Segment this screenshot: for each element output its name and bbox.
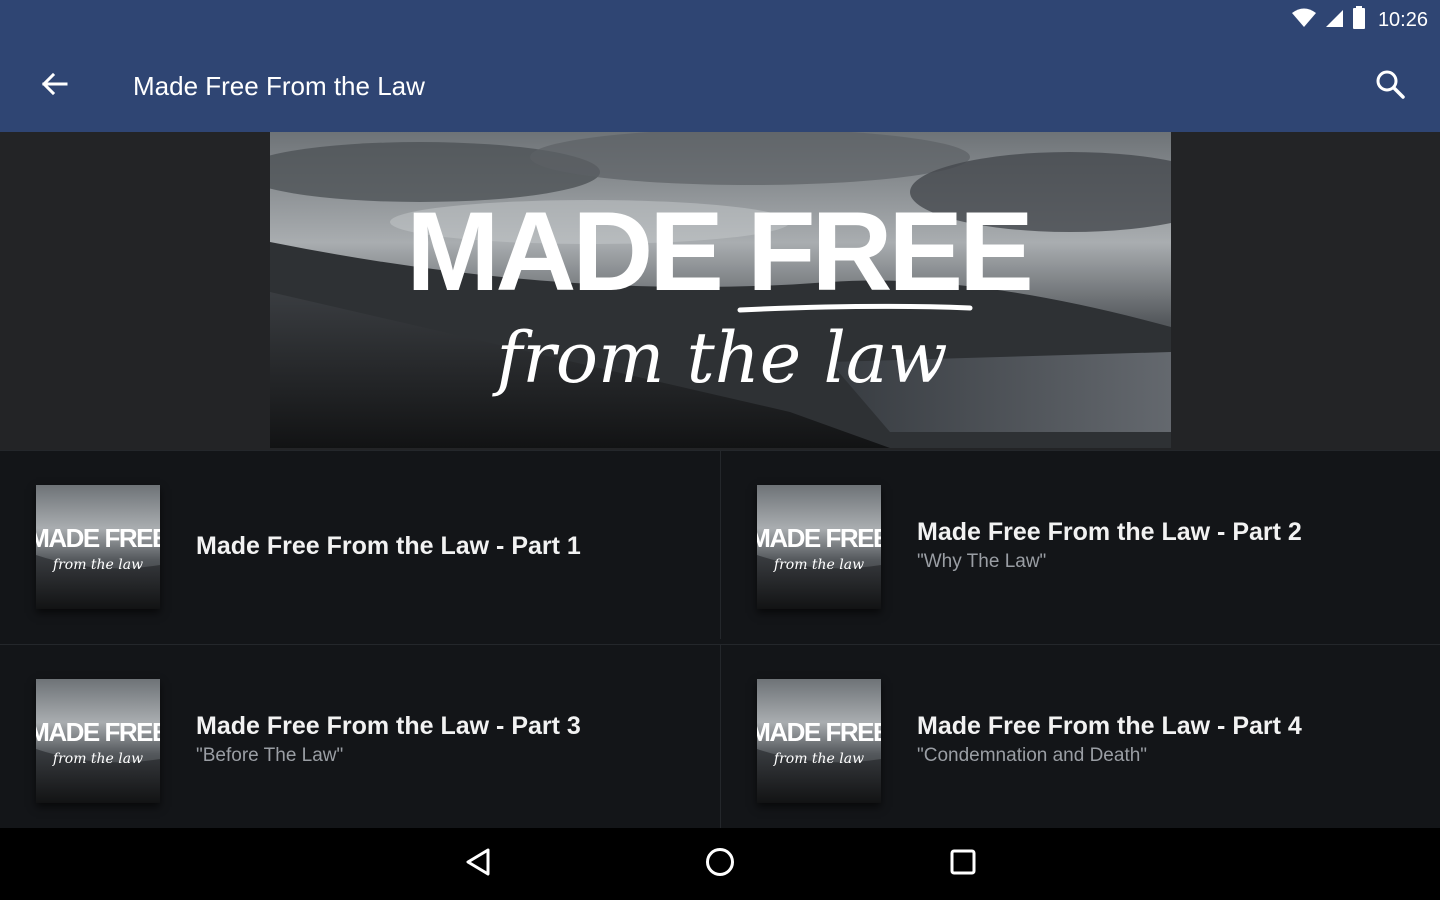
list-item-text: Made Free From the Law - Part 2 "Why The… bbox=[917, 451, 1302, 640]
episode-thumbnail: MADE FREE from the law bbox=[36, 485, 160, 609]
status-time: 10:26 bbox=[1377, 8, 1428, 31]
hero-image: MADE FREE from the law bbox=[270, 132, 1171, 448]
status-bar: 10:26 bbox=[0, 0, 1440, 40]
episode-thumbnail: MADE FREE from the law bbox=[36, 679, 160, 803]
status-icons: 10:26 bbox=[1291, 0, 1428, 40]
list-item-text: Made Free From the Law - Part 3 "Before … bbox=[196, 645, 581, 834]
list-item-title: Made Free From the Law - Part 4 bbox=[917, 711, 1302, 740]
hero-title-text: MADE FREE bbox=[406, 189, 1030, 314]
list-item-title: Made Free From the Law - Part 1 bbox=[196, 531, 581, 560]
svg-text:from the law: from the law bbox=[52, 751, 143, 767]
list-item[interactable]: MADE FREE from the law Made Free From th… bbox=[720, 644, 1440, 833]
battery-icon bbox=[1352, 5, 1366, 35]
list-item-text: Made Free From the Law - Part 4 "Condemn… bbox=[917, 645, 1302, 834]
svg-text:from the law: from the law bbox=[52, 557, 143, 573]
app-bar: Made Free From the Law bbox=[0, 40, 1440, 132]
svg-text:MADE FREE: MADE FREE bbox=[757, 717, 881, 747]
list-item-subtitle: "Condemnation and Death" bbox=[917, 744, 1148, 766]
list-item-title: Made Free From the Law - Part 3 bbox=[196, 711, 581, 740]
svg-text:MADE FREE: MADE FREE bbox=[36, 717, 160, 747]
wifi-icon bbox=[1291, 8, 1316, 33]
list-item[interactable]: MADE FREE from the law Made Free From th… bbox=[720, 450, 1440, 639]
svg-text:from the law: from the law bbox=[773, 751, 864, 767]
list-item-title: Made Free From the Law - Part 2 bbox=[917, 517, 1302, 546]
svg-text:from the law: from the law bbox=[773, 557, 864, 573]
nav-home-button[interactable] bbox=[696, 840, 744, 888]
list-item[interactable]: MADE FREE from the law Made Free From th… bbox=[0, 644, 720, 833]
hero-subtitle-text: from the law bbox=[491, 317, 947, 399]
svg-text:MADE FREE: MADE FREE bbox=[36, 523, 160, 553]
nav-home-icon bbox=[705, 847, 735, 882]
list-item-text: Made Free From the Law - Part 1 bbox=[196, 451, 581, 640]
cell-signal-icon bbox=[1324, 8, 1344, 33]
nav-back-button[interactable] bbox=[454, 840, 502, 888]
system-nav-bar bbox=[0, 828, 1440, 900]
list-item-subtitle: "Before The Law" bbox=[196, 744, 344, 766]
search-icon bbox=[1375, 69, 1405, 104]
list-item-subtitle: "Why The Law" bbox=[917, 550, 1047, 572]
episode-thumbnail: MADE FREE from the law bbox=[757, 485, 881, 609]
episode-grid: MADE FREE from the law Made Free From th… bbox=[0, 450, 1440, 833]
arrow-back-icon bbox=[40, 70, 68, 103]
page-title: Made Free From the Law bbox=[133, 71, 425, 101]
nav-recents-button[interactable] bbox=[939, 840, 987, 888]
list-item[interactable]: MADE FREE from the law Made Free From th… bbox=[0, 450, 720, 639]
episode-thumbnail: MADE FREE from the law bbox=[757, 679, 881, 803]
back-button[interactable] bbox=[24, 62, 84, 110]
nav-back-icon bbox=[464, 847, 492, 882]
hero-banner: MADE FREE from the law bbox=[0, 132, 1440, 450]
search-button[interactable] bbox=[1362, 62, 1418, 110]
nav-recents-icon bbox=[949, 848, 977, 881]
svg-text:MADE FREE: MADE FREE bbox=[757, 523, 881, 553]
